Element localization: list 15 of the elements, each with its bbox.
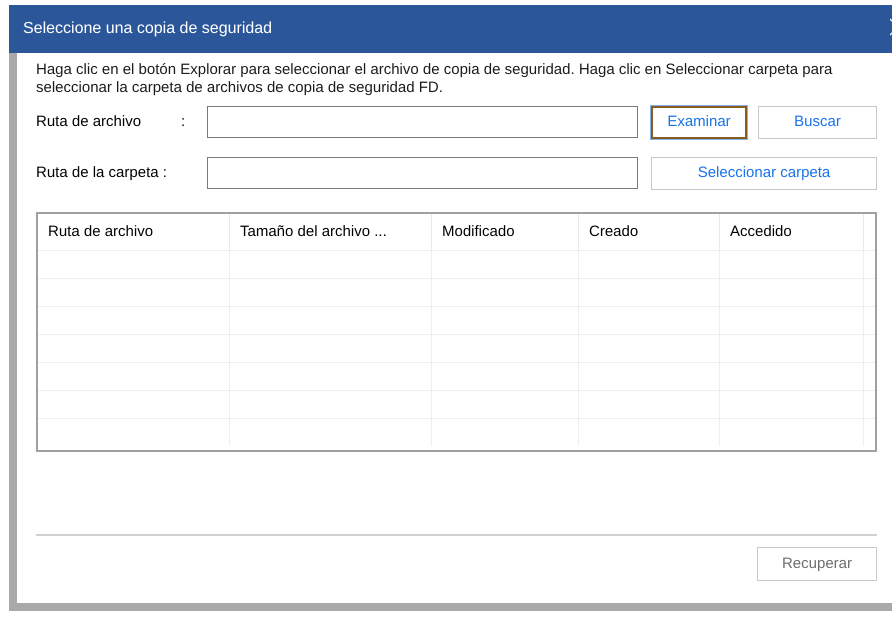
- column-header[interactable]: Ruta de archivo: [38, 214, 230, 250]
- column-header[interactable]: Creado: [579, 214, 720, 250]
- file-path-label: Ruta de archivo: [36, 112, 142, 132]
- folder-path-label: Ruta de la carpeta :: [36, 162, 168, 183]
- column-header[interactable]: Accedido: [720, 214, 864, 250]
- column-header[interactable]: Modificado: [432, 214, 579, 250]
- browse-button[interactable]: Examinar: [651, 106, 747, 138]
- colon-label: :: [181, 112, 186, 132]
- instructions-text: Haga clic en el botón Explorar para seleccionar el archivo de copia de seguridad. Haga clic en Seleccionar carpeta para seleccionar la carpeta de archivos de copia de seguridad FD.: [36, 61, 834, 97]
- select-folder-button[interactable]: Seleccionar carpeta: [651, 156, 877, 190]
- column-header[interactable]: Tamaño del archivo ...: [230, 214, 432, 250]
- window-title: Seleccione una copia de seguridad: [23, 19, 272, 39]
- folder-path-field[interactable]: [207, 157, 638, 189]
- file-path-field[interactable]: [207, 106, 638, 138]
- search-button[interactable]: Buscar: [758, 106, 877, 138]
